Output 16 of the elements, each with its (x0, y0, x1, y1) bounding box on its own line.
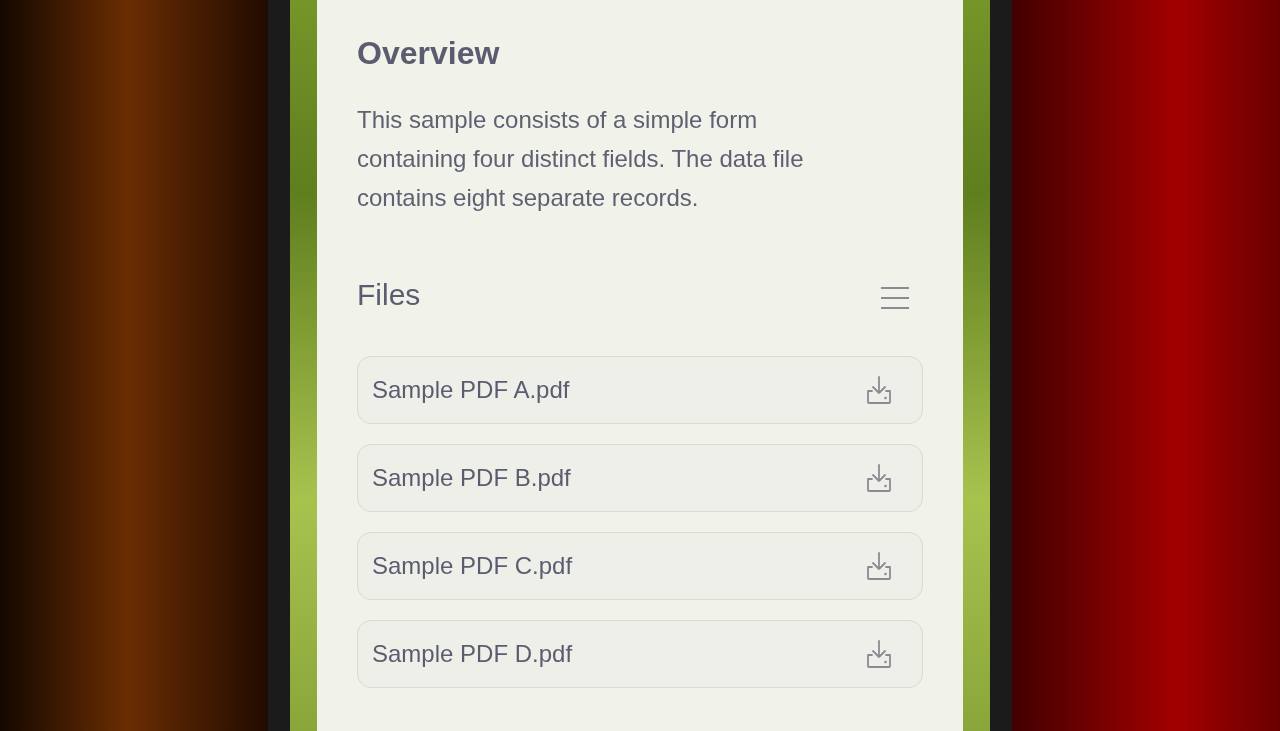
file-item[interactable]: Sample PDF B.pdf (357, 444, 923, 512)
file-name: Sample PDF B.pdf (372, 464, 571, 492)
overview-heading: Overview (357, 34, 501, 73)
overview-description: This sample consists of a simple form containing four distinct fields. The data file contains eight separate records. (357, 105, 805, 213)
menu-icon[interactable] (880, 286, 910, 310)
file-name: Sample PDF C.pdf (372, 552, 573, 580)
download-icon[interactable] (864, 463, 894, 493)
download-icon[interactable] (864, 551, 894, 581)
files-heading: Files (357, 277, 421, 313)
download-icon[interactable] (864, 639, 894, 669)
file-item[interactable]: Sample PDF A.pdf (357, 356, 923, 424)
file-name: Sample PDF D.pdf (372, 640, 573, 668)
download-icon[interactable] (864, 375, 894, 405)
file-item[interactable]: Sample PDF D.pdf (357, 620, 923, 688)
file-name: Sample PDF A.pdf (372, 376, 570, 404)
file-item[interactable]: Sample PDF C.pdf (357, 532, 923, 600)
